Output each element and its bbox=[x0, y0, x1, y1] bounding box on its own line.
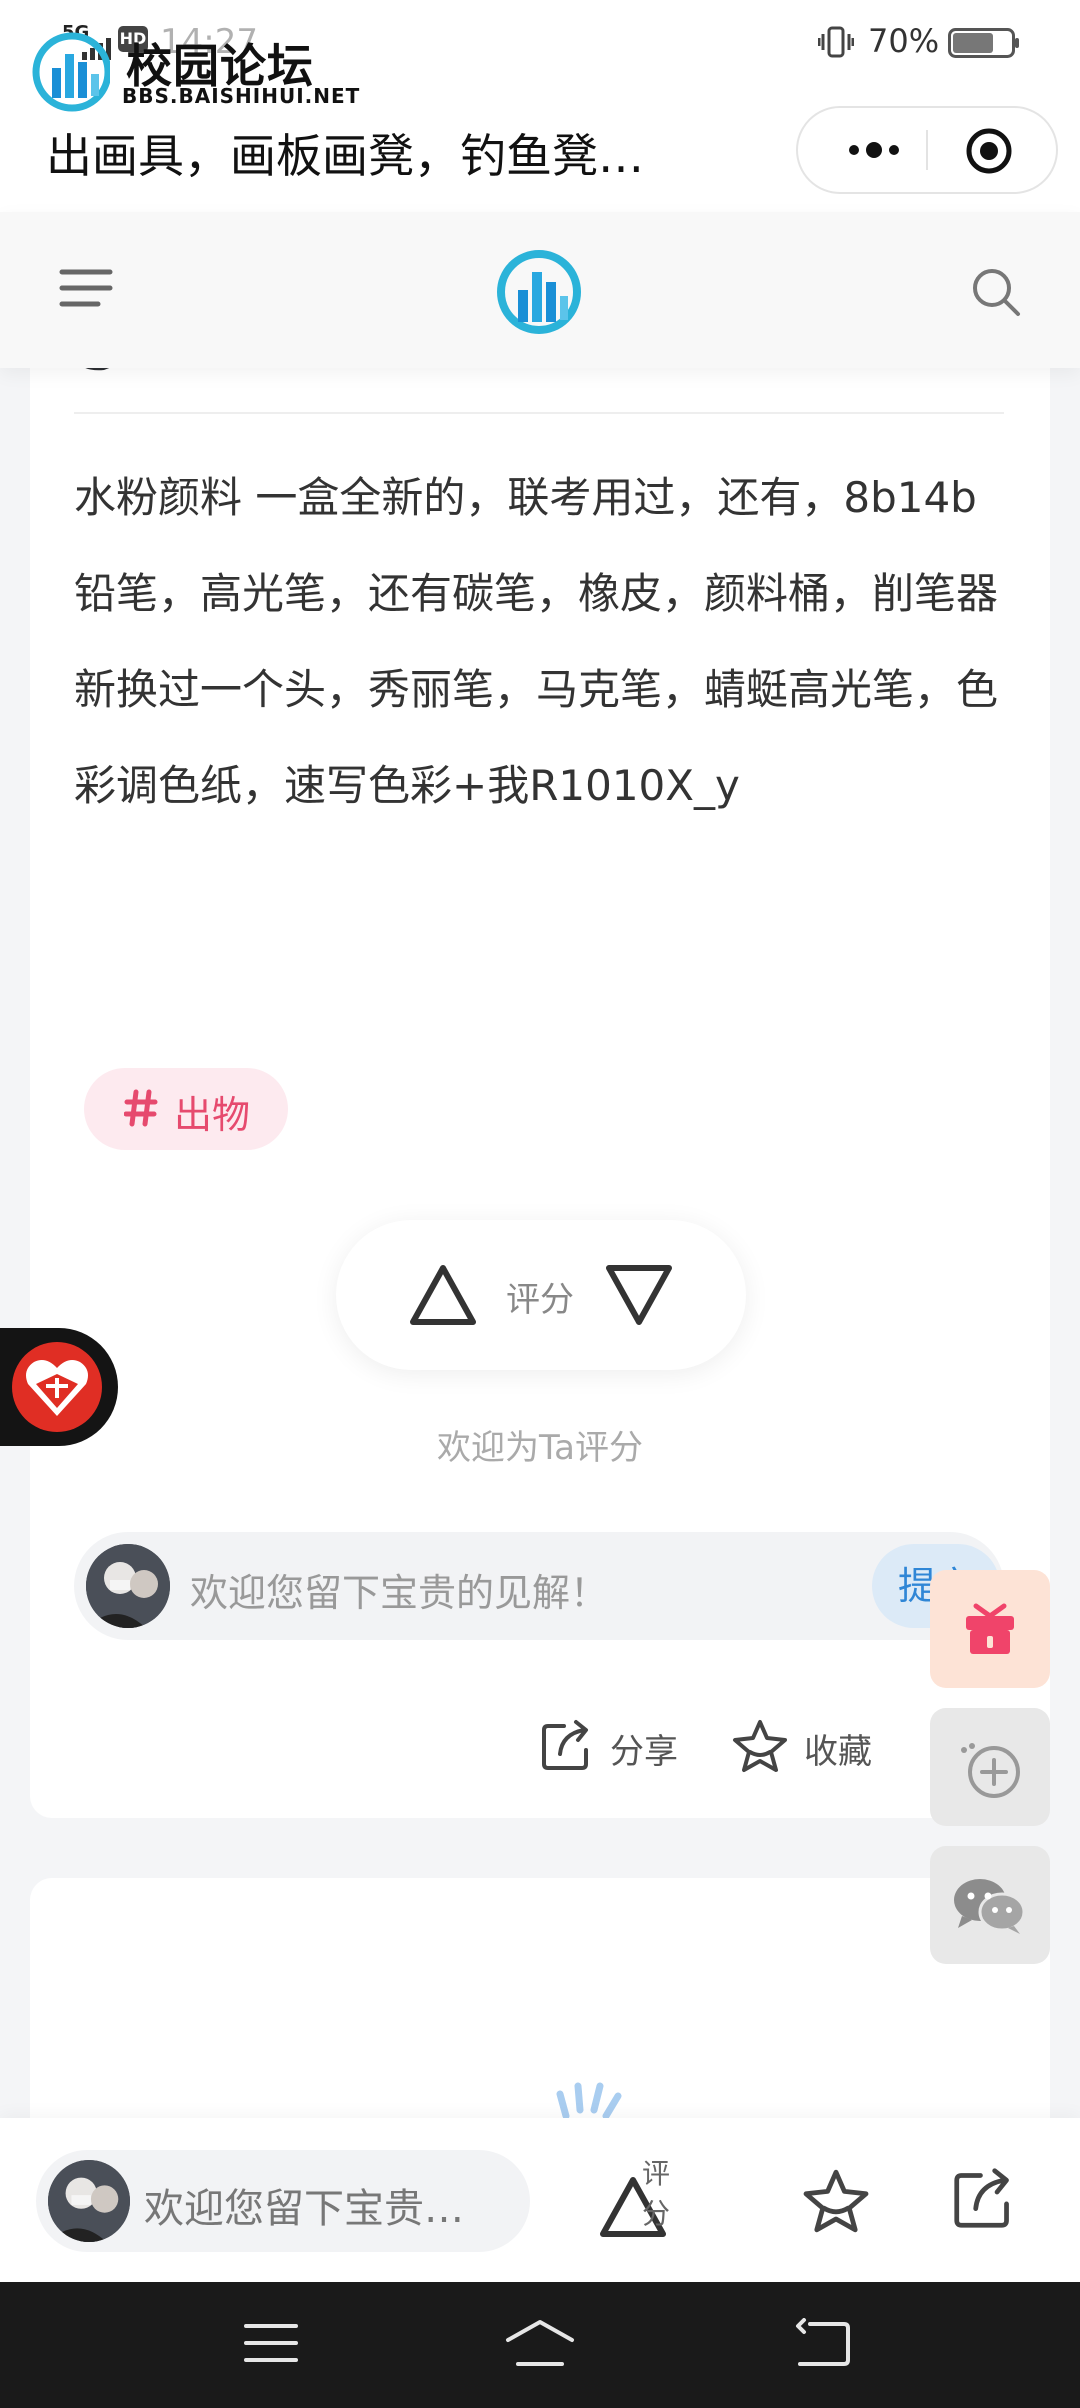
system-navigation-bar bbox=[0, 2282, 1080, 2408]
loading-spinner-icon bbox=[556, 2082, 622, 2120]
nav-menu-icon[interactable] bbox=[244, 2320, 298, 2366]
rating-widget: 评分 bbox=[336, 1220, 746, 1370]
share-label: 分享 bbox=[610, 1732, 678, 1772]
bottom-rate-label: 评分 bbox=[642, 2157, 671, 2230]
comment-input[interactable]: 欢迎您留下宝贵的见解！ bbox=[190, 1562, 608, 1617]
tag-label: 出物 bbox=[174, 1093, 251, 1137]
vibrate-icon bbox=[818, 26, 854, 58]
bottom-comment-placeholder: 欢迎您留下宝贵… bbox=[144, 2186, 464, 2232]
search-icon[interactable] bbox=[970, 266, 1022, 318]
star-icon bbox=[733, 1720, 787, 1772]
user-avatar bbox=[86, 1544, 170, 1628]
favorite-label: 收藏 bbox=[804, 1732, 872, 1772]
gift-button[interactable] bbox=[930, 1570, 1050, 1688]
capsule-divider bbox=[926, 130, 928, 170]
tag-chip[interactable]: 出物 bbox=[84, 1068, 288, 1150]
thumb-down-triangle-icon[interactable] bbox=[604, 1262, 674, 1328]
share-icon bbox=[542, 1720, 588, 1770]
site-logo: 校园论坛 BBS.BAISHIHUI.NET bbox=[32, 28, 359, 112]
logo-mark-icon bbox=[32, 32, 110, 112]
bottom-rate-button[interactable]: 评分 bbox=[598, 2148, 688, 2258]
logo-url: BBS.BAISHIHUI.NET bbox=[122, 84, 361, 108]
nav-back-icon[interactable] bbox=[794, 2318, 850, 2368]
page-title: 出画具，画板画凳，钓鱼凳… bbox=[46, 129, 644, 183]
site-header bbox=[0, 212, 1080, 368]
add-button[interactable] bbox=[930, 1708, 1050, 1826]
rating-hint: 欢迎为Ta评分 bbox=[437, 1428, 643, 1468]
wechat-icon bbox=[954, 1879, 1026, 1934]
pinduoduo-icon bbox=[12, 1342, 102, 1432]
site-logo-icon[interactable] bbox=[496, 246, 582, 338]
share-button[interactable]: 分享 bbox=[540, 1712, 720, 1782]
favorite-button[interactable]: 收藏 bbox=[730, 1712, 910, 1782]
battery-icon bbox=[948, 28, 1019, 58]
rating-label: 评分 bbox=[506, 1280, 574, 1320]
post-body: 水粉颜料 一盒全新的，联考用过，还有，8b14b铅笔，高光笔，还有碳笔，橡皮，颜… bbox=[74, 473, 999, 810]
comment-input-bar[interactable]: 欢迎您留下宝贵的见解！ 提交 bbox=[74, 1532, 1004, 1640]
star-icon[interactable] bbox=[800, 2166, 872, 2236]
nav-home-icon[interactable] bbox=[504, 2318, 576, 2368]
hash-icon bbox=[124, 1089, 158, 1127]
thumb-up-triangle-icon[interactable] bbox=[408, 1262, 478, 1328]
gift-icon bbox=[966, 1603, 1014, 1654]
more-icon[interactable] bbox=[838, 130, 910, 170]
bottom-action-bar: 欢迎您留下宝贵… 评分 bbox=[0, 2118, 1080, 2282]
miniapp-capsule bbox=[796, 106, 1058, 194]
bottom-comment-input[interactable]: 欢迎您留下宝贵… bbox=[36, 2150, 530, 2252]
menu-icon[interactable] bbox=[58, 264, 114, 312]
wechat-button[interactable] bbox=[930, 1846, 1050, 1964]
post-card: 水粉颜料 一盒全新的，联考用过，还有，8b14b铅笔，高光笔，还有碳笔，橡皮，颜… bbox=[30, 330, 1050, 1818]
title-bar: 5G HD 14:27 校园论坛 BBS.BAISHIHUI.NET 70% 出… bbox=[0, 0, 1080, 212]
user-avatar bbox=[48, 2160, 130, 2242]
share-icon[interactable] bbox=[952, 2166, 1016, 2230]
close-target-icon[interactable] bbox=[964, 126, 1014, 176]
battery-percent: 70% bbox=[868, 22, 940, 60]
add-circle-icon bbox=[961, 1743, 1020, 1798]
pinduoduo-badge[interactable] bbox=[0, 1328, 118, 1446]
divider bbox=[74, 412, 1004, 414]
